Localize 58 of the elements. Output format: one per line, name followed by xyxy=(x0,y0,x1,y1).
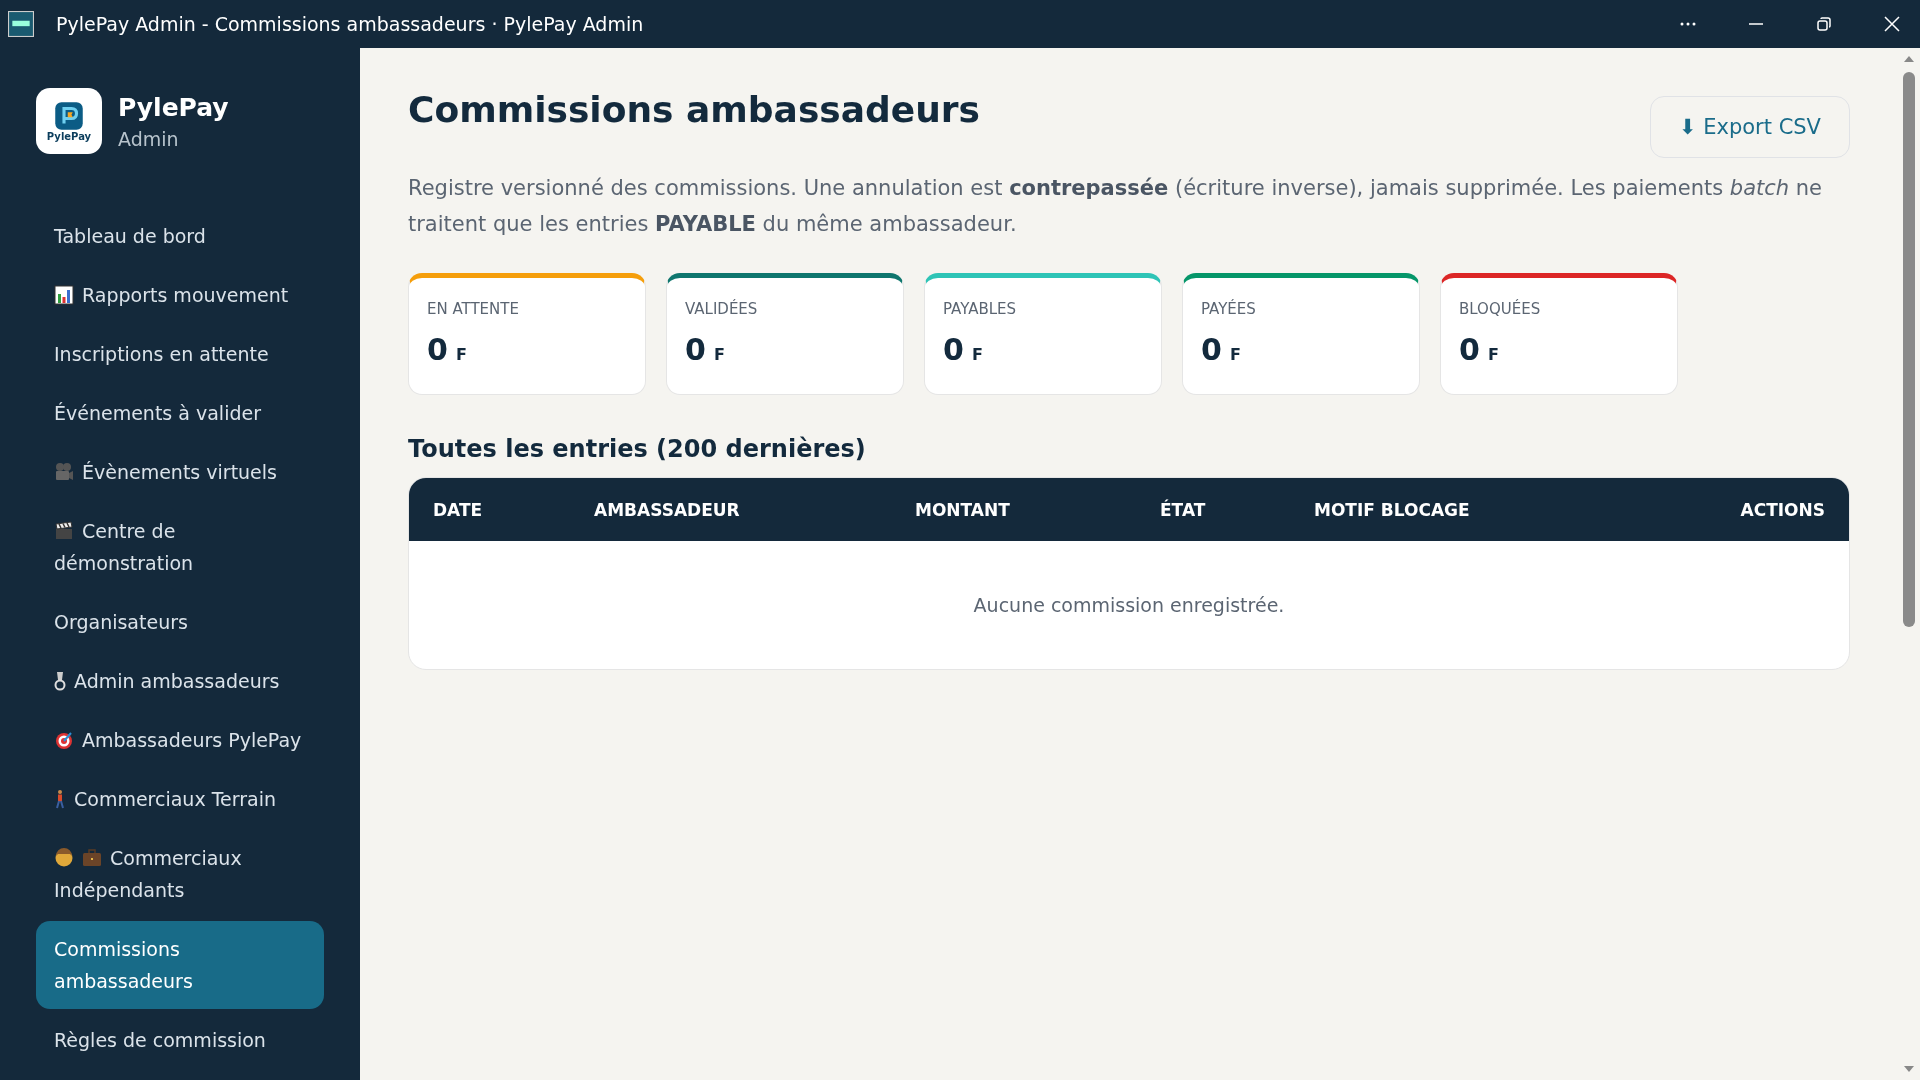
sidebar-item[interactable]: Centre de démonstration xyxy=(36,503,324,591)
stat-unit: F xyxy=(455,345,467,364)
bar-chart-icon xyxy=(54,285,74,305)
close-icon[interactable] xyxy=(1882,14,1902,34)
stat-value: 0 xyxy=(685,332,706,367)
stat-value: 0 xyxy=(1201,332,1222,367)
stat-value: 0 xyxy=(427,332,448,367)
column-header: DATE xyxy=(433,499,484,520)
sidebar-item[interactable]: Ambassadeurs PylePay xyxy=(36,712,324,768)
stat-label: PAYÉES xyxy=(1201,300,1257,318)
column-header: ACTIONS xyxy=(1740,499,1825,520)
window-title: PylePay Admin - Commissions ambassadeurs · PylePay Admin xyxy=(56,13,644,35)
scroll-down-icon[interactable] xyxy=(1904,1066,1914,1072)
sidebar-item[interactable]: Évènements virtuels xyxy=(36,444,324,500)
stat-label: VALIDÉES xyxy=(685,300,759,318)
sidebar-item[interactable]: Règles de commission xyxy=(36,1012,324,1068)
stat-unit: F xyxy=(1487,345,1499,364)
clapperboard-icon xyxy=(54,521,74,541)
scrollbar-thumb[interactable] xyxy=(1903,72,1915,627)
page-description: Registre versionné des commissions. Une annulation est contrepassée (écriture inverse), jamais supprimée. Les paiements batch ne traitent que les entries PAYABLE du même ambassadeur. xyxy=(408,175,1823,238)
sidebar-item[interactable]: Commerciaux Indépendants xyxy=(36,830,324,918)
stat-unit: F xyxy=(971,345,983,364)
column-header: MOTIF BLOCAGE xyxy=(1314,499,1471,520)
logo-text: PylePay xyxy=(46,130,92,142)
restore-icon[interactable] xyxy=(1814,14,1834,34)
column-header: ÉTAT xyxy=(1160,499,1207,520)
stat-value: 0 xyxy=(943,332,964,367)
column-header: AMBASSADEUR xyxy=(594,499,741,520)
briefcase-icon xyxy=(82,848,102,868)
stat-label: EN ATTENTE xyxy=(427,300,520,318)
medal-icon xyxy=(54,671,66,691)
sidebar-item[interactable]: Commissions ambassadeurs xyxy=(36,921,324,1009)
sidebar-item[interactable]: Tableau de bord xyxy=(36,208,324,264)
movie-camera-icon xyxy=(54,462,74,482)
walking-person-icon xyxy=(54,789,66,809)
brand-name: PylePay xyxy=(118,92,229,122)
stat-value: 0 xyxy=(1459,332,1480,367)
sidebar-item[interactable]: Événements à valider xyxy=(36,385,324,441)
empty-message: Aucune commission enregistrée. xyxy=(973,594,1285,616)
stat-unit: F xyxy=(1229,345,1241,364)
sidebar-item[interactable]: Admin ambassadeurs xyxy=(36,653,324,709)
target-icon xyxy=(54,730,74,750)
page-title: Commissions ambassadeurs xyxy=(408,89,981,130)
sidebar-item[interactable]: Rapports mouvement xyxy=(36,267,324,323)
person-icon xyxy=(54,848,74,868)
section-title: Toutes les entries (200 dernières) xyxy=(408,435,867,463)
brand-subtitle: Admin xyxy=(118,127,180,150)
stat-label: PAYABLES xyxy=(943,300,1018,318)
sidebar-item[interactable]: Commerciaux Terrain xyxy=(36,771,324,827)
logo-mark-icon xyxy=(54,100,84,131)
scroll-up-icon[interactable] xyxy=(1904,56,1914,62)
sidebar-item[interactable]: Organisateurs xyxy=(36,594,324,650)
sidebar-item[interactable]: Inscriptions en attente xyxy=(36,326,324,382)
stat-label: BLOQUÉES xyxy=(1459,300,1542,318)
column-header: MONTANT xyxy=(915,499,1011,520)
app-icon xyxy=(8,11,34,37)
export-csv-button[interactable]: ⬇ Export CSV xyxy=(1649,96,1850,158)
stat-unit: F xyxy=(713,345,725,364)
